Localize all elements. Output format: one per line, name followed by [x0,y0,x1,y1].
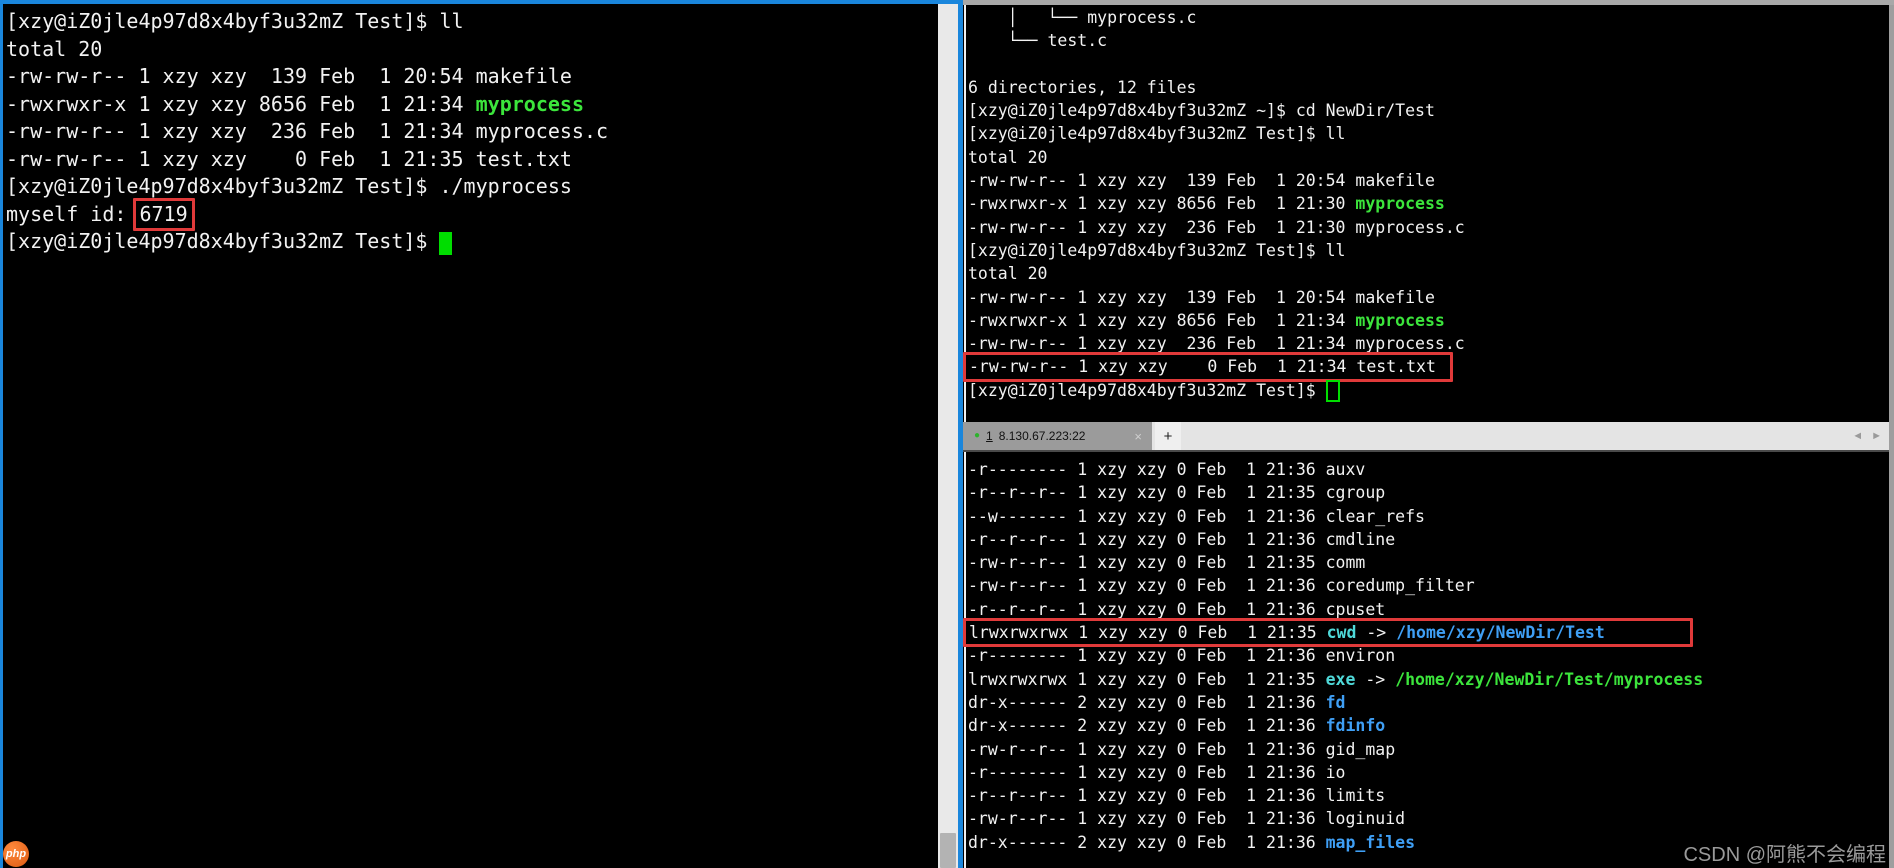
session-tab[interactable]: ● 1 8.130.67.223:22 × [963,422,1152,450]
terminal-line: -rw-r--r-- 1 xzy xzy 0 Feb 1 21:36 cored… [968,576,1475,596]
scrollbar-thumb[interactable] [940,833,956,868]
terminal-line: -rw-r--r-- 1 xzy xzy 0 Feb 1 21:35 comm [968,553,1366,573]
terminal-line: -r--r--r-- 1 xzy xzy 0 Feb 1 21:36 limit… [968,786,1386,806]
terminal-line: dr-x------ 2 xzy xzy 0 Feb 1 21:36 fd [968,692,1346,712]
session-status-dot-icon: ● [974,430,981,441]
left-terminal-window: [xzy@iZ0jle4p97d8x4byf3u32mZ Test]$ ll to… [0,0,963,868]
session-tab-bar: ● 1 8.130.67.223:22 × + ◄ ► [963,422,1894,452]
terminal-line: -r--r--r-- 1 xzy xzy 0 Feb 1 21:35 cgrou… [968,483,1386,503]
terminal-line: └── test.c [968,31,1108,51]
terminal-line: -r-------- 1 xzy xzy 0 Feb 1 21:36 auxv [968,460,1366,479]
terminal-line: --w------- 1 xzy xzy 0 Feb 1 21:36 clear… [968,506,1425,526]
terminal-line: total 20 [968,147,1048,167]
terminal-line: lrwxrwxrwx 1 xzy xzy 0 Feb 1 21:35 exe -… [968,669,1704,689]
terminal-line: -r-------- 1 xzy xzy 0 Feb 1 21:36 io [968,762,1346,782]
right-window-top-edge [963,0,1894,5]
terminal-line: -rw-rw-r-- 1 xzy xzy 139 Feb 1 20:54 mak… [6,64,572,88]
terminal-line: [xzy@iZ0jle4p97d8x4byf3u32mZ Test]$ ./my… [6,174,572,198]
terminal-line: -r-------- 1 xzy xzy 0 Feb 1 21:36 envir… [968,646,1396,666]
terminal-line: -rw-rw-r-- 1 xzy xzy 236 Feb 1 21:34 myp… [6,119,609,143]
csdn-watermark: CSDN @阿熊不会编程 [1683,844,1886,866]
tab-scroll-left-icon[interactable]: ◄ [1852,430,1863,442]
terminal-line: [xzy@iZ0jle4p97d8x4byf3u32mZ Test]$ [6,228,608,256]
terminal-line: [xzy@iZ0jle4p97d8x4byf3u32mZ Test]$ [968,379,1465,402]
terminal-line: -rwxrwxr-x 1 xzy xzy 8656 Feb 1 21:30 my… [968,194,1445,214]
terminal-line: total 20 [968,264,1048,284]
window-border-left [0,0,3,868]
session-tab-index: 1 [986,429,993,443]
php-language-badge-icon: php [3,841,29,867]
window-border-top [0,0,963,4]
terminal-line: │ └── myprocess.c [968,8,1197,27]
annotation-red-box: 6719 [133,197,195,231]
terminal-line: total 20 [6,36,103,61]
right-top-terminal-screen[interactable]: │ └── myprocess.c └── test.c 6 directori… [963,6,1465,402]
terminal-line: -rw-r--r-- 1 xzy xzy 0 Feb 1 21:36 gid_m… [968,739,1396,759]
terminal-line: -r--r--r-- 1 xzy xzy 0 Feb 1 21:36 cmdli… [968,529,1396,549]
terminal-line: -rw-r--r-- 1 xzy xzy 0 Feb 1 21:36 login… [968,809,1406,829]
terminal-line: -rwxrwxr-x 1 xzy xzy 8656 Feb 1 21:34 my… [6,91,584,116]
terminal-line: [xzy@iZ0jle4p97d8x4byf3u32mZ Test]$ ll [6,9,464,33]
terminal-cursor [1325,379,1340,402]
terminal-line: [xzy@iZ0jle4p97d8x4byf3u32mZ Test]$ ll [968,240,1346,260]
annotation-red-box: -rw-rw-r-- 1 xzy xzy 0 Feb 1 21:34 test.… [963,352,1453,382]
terminal-line: -rw-rw-r-- 1 xzy xzy 139 Feb 1 20:54 mak… [968,287,1435,307]
terminal-line: -rw-rw-r-- 1 xzy xzy 139 Feb 1 20:54 mak… [968,171,1435,191]
right-terminal-scrollbar[interactable] [1889,5,1894,868]
right-terminal-window: │ └── myprocess.c └── test.c 6 directori… [963,0,1894,868]
terminal-line: -rw-rw-r-- 1 xzy xzy 0 Feb 1 21:34 test.… [963,352,1465,382]
annotation-red-box: lrwxrwxrwx 1 xzy xzy 0 Feb 1 21:35 cwd -… [963,618,1693,648]
terminal-line: -rw-rw-r-- 1 xzy xzy 236 Feb 1 21:30 myp… [968,217,1465,237]
terminal-line: -rw-rw-r-- 1 xzy xzy 0 Feb 1 21:35 test.… [6,146,572,171]
tab-close-icon[interactable]: × [1134,429,1142,444]
terminal-line: 6 directories, 12 files [968,77,1197,97]
terminal-line: dr-x------ 2 xzy xzy 0 Feb 1 21:36 fdinf… [968,716,1386,736]
terminal-line: -rwxrwxr-x 1 xzy xzy 8656 Feb 1 21:34 my… [968,310,1445,330]
left-terminal-screen[interactable]: [xzy@iZ0jle4p97d8x4byf3u32mZ Test]$ ll to… [6,8,608,256]
right-bottom-terminal-screen[interactable]: -r-------- 1 xzy xzy 0 Feb 1 21:36 auxv -… [963,458,1704,854]
terminal-line: [xzy@iZ0jle4p97d8x4byf3u32mZ ~]$ cd NewD… [968,101,1435,121]
terminal-line: [xzy@iZ0jle4p97d8x4byf3u32mZ Test]$ ll [968,124,1346,144]
terminal-cursor [439,232,453,255]
tab-scroll-right-icon[interactable]: ► [1871,430,1882,442]
terminal-line: lrwxrwxrwx 1 xzy xzy 0 Feb 1 21:35 cwd -… [963,618,1703,648]
new-tab-button[interactable]: + [1155,422,1181,450]
left-terminal-scrollbar[interactable] [938,4,958,868]
session-tab-label: 8.130.67.223:22 [998,429,1086,443]
terminal-line: dr-x------ 2 xzy xzy 0 Feb 1 21:36 map_f… [968,832,1416,852]
terminal-line: myself id: 6719 [6,197,608,231]
